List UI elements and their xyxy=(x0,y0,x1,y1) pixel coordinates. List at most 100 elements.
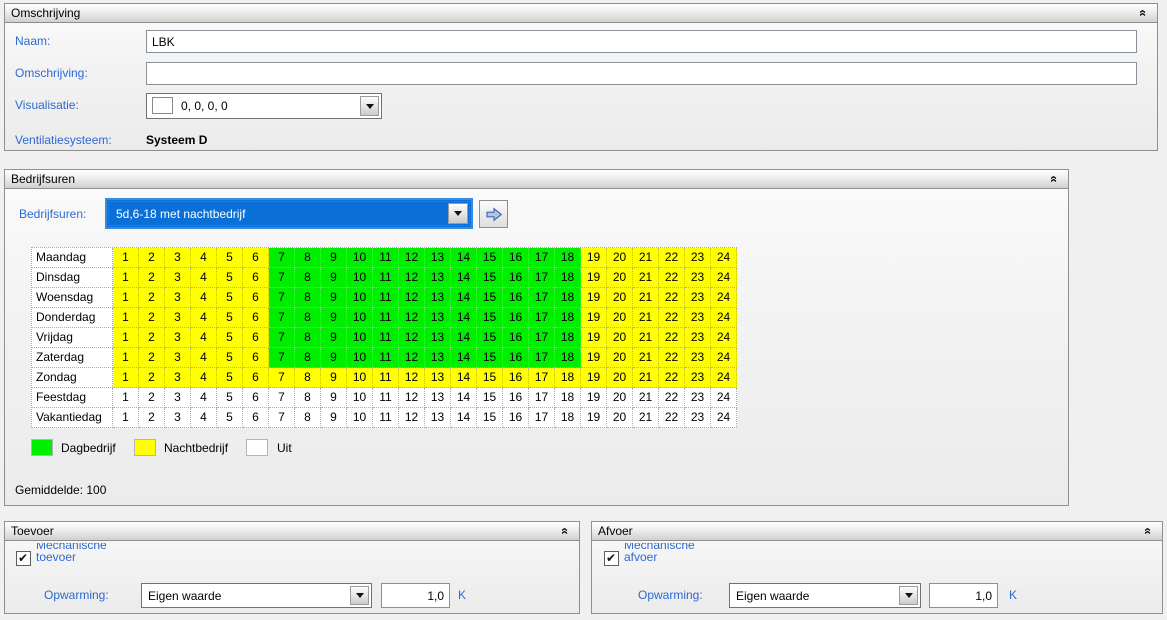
panel-header-omschrijving[interactable]: Omschrijving « xyxy=(5,4,1157,23)
schedule-cell[interactable]: 14 xyxy=(451,288,477,308)
schedule-cell[interactable]: 19 xyxy=(581,348,607,368)
schedule-cell[interactable]: 11 xyxy=(373,368,399,388)
schedule-cell[interactable]: 20 xyxy=(607,268,633,288)
schedule-cell[interactable]: 16 xyxy=(503,408,529,428)
schedule-cell[interactable]: 24 xyxy=(711,368,737,388)
schedule-cell[interactable]: 11 xyxy=(373,328,399,348)
schedule-cell[interactable]: 4 xyxy=(191,308,217,328)
schedule-cell[interactable]: 9 xyxy=(321,348,347,368)
schedule-cell[interactable]: 8 xyxy=(295,268,321,288)
schedule-cell[interactable]: 2 xyxy=(139,308,165,328)
schedule-cell[interactable]: 3 xyxy=(165,328,191,348)
dropdown-arrow-button[interactable] xyxy=(350,586,369,605)
schedule-cell[interactable]: 16 xyxy=(503,288,529,308)
schedule-cell[interactable]: 11 xyxy=(373,308,399,328)
schedule-cell[interactable]: 15 xyxy=(477,308,503,328)
panel-header-bedrijfsuren[interactable]: Bedrijfsuren « xyxy=(5,170,1068,189)
schedule-cell[interactable]: 15 xyxy=(477,368,503,388)
schedule-cell[interactable]: 16 xyxy=(503,328,529,348)
schedule-cell[interactable]: 23 xyxy=(685,388,711,408)
schedule-cell[interactable]: 23 xyxy=(685,328,711,348)
schedule-cell[interactable]: 22 xyxy=(659,368,685,388)
schedule-cell[interactable]: 3 xyxy=(165,388,191,408)
schedule-cell[interactable]: 5 xyxy=(217,268,243,288)
schedule-cell[interactable]: 17 xyxy=(529,328,555,348)
schedule-cell[interactable]: 8 xyxy=(295,288,321,308)
schedule-cell[interactable]: 2 xyxy=(139,348,165,368)
schedule-cell[interactable]: 24 xyxy=(711,248,737,268)
schedule-cell[interactable]: 6 xyxy=(243,388,269,408)
dropdown-arrow-button[interactable] xyxy=(899,586,918,605)
mechanische-toevoer-checkbox[interactable] xyxy=(16,551,31,566)
schedule-cell[interactable]: 15 xyxy=(477,288,503,308)
schedule-cell[interactable]: 11 xyxy=(373,288,399,308)
schedule-cell[interactable]: 20 xyxy=(607,348,633,368)
schedule-cell[interactable]: 11 xyxy=(373,248,399,268)
schedule-cell[interactable]: 12 xyxy=(399,388,425,408)
schedule-cell[interactable]: 4 xyxy=(191,368,217,388)
collapse-chevron-icon[interactable]: « xyxy=(1141,524,1155,538)
schedule-cell[interactable]: 13 xyxy=(425,368,451,388)
schedule-cell[interactable]: 6 xyxy=(243,268,269,288)
panel-header-toevoer[interactable]: Toevoer « xyxy=(5,522,579,541)
schedule-cell[interactable]: 14 xyxy=(451,388,477,408)
schedule-cell[interactable]: 24 xyxy=(711,268,737,288)
schedule-cell[interactable]: 24 xyxy=(711,288,737,308)
schedule-cell[interactable]: 19 xyxy=(581,368,607,388)
schedule-cell[interactable]: 1 xyxy=(113,308,139,328)
schedule-cell[interactable]: 10 xyxy=(347,268,373,288)
schedule-cell[interactable]: 3 xyxy=(165,248,191,268)
schedule-cell[interactable]: 15 xyxy=(477,248,503,268)
schedule-cell[interactable]: 6 xyxy=(243,328,269,348)
schedule-cell[interactable]: 7 xyxy=(269,348,295,368)
opwarming-combo[interactable]: Eigen waarde xyxy=(729,583,921,608)
schedule-cell[interactable]: 20 xyxy=(607,248,633,268)
mechanische-afvoer-label[interactable]: Mechanische afvoer xyxy=(624,543,719,567)
schedule-cell[interactable]: 2 xyxy=(139,288,165,308)
schedule-cell[interactable]: 3 xyxy=(165,288,191,308)
schedule-cell[interactable]: 8 xyxy=(295,368,321,388)
schedule-cell[interactable]: 5 xyxy=(217,328,243,348)
schedule-cell[interactable]: 1 xyxy=(113,288,139,308)
schedule-cell[interactable]: 8 xyxy=(295,408,321,428)
schedule-cell[interactable]: 8 xyxy=(295,348,321,368)
schedule-cell[interactable]: 6 xyxy=(243,368,269,388)
schedule-cell[interactable]: 2 xyxy=(139,328,165,348)
schedule-cell[interactable]: 23 xyxy=(685,288,711,308)
schedule-cell[interactable]: 10 xyxy=(347,288,373,308)
schedule-cell[interactable]: 20 xyxy=(607,368,633,388)
schedule-cell[interactable]: 2 xyxy=(139,408,165,428)
schedule-cell[interactable]: 1 xyxy=(113,248,139,268)
schedule-cell[interactable]: 16 xyxy=(503,248,529,268)
schedule-cell[interactable]: 4 xyxy=(191,268,217,288)
schedule-cell[interactable]: 21 xyxy=(633,388,659,408)
schedule-cell[interactable]: 17 xyxy=(529,268,555,288)
schedule-cell[interactable]: 1 xyxy=(113,368,139,388)
schedule-cell[interactable]: 14 xyxy=(451,368,477,388)
schedule-cell[interactable]: 5 xyxy=(217,348,243,368)
collapse-chevron-icon[interactable]: « xyxy=(1136,6,1150,20)
schedule-cell[interactable]: 10 xyxy=(347,308,373,328)
schedule-cell[interactable]: 24 xyxy=(711,388,737,408)
schedule-cell[interactable]: 21 xyxy=(633,248,659,268)
schedule-cell[interactable]: 11 xyxy=(373,408,399,428)
schedule-cell[interactable]: 10 xyxy=(347,348,373,368)
schedule-cell[interactable]: 22 xyxy=(659,308,685,328)
schedule-cell[interactable]: 1 xyxy=(113,348,139,368)
schedule-cell[interactable]: 9 xyxy=(321,328,347,348)
opwarming-combo[interactable]: Eigen waarde xyxy=(141,583,372,608)
schedule-cell[interactable]: 16 xyxy=(503,268,529,288)
schedule-cell[interactable]: 22 xyxy=(659,248,685,268)
schedule-cell[interactable]: 17 xyxy=(529,308,555,328)
schedule-cell[interactable]: 18 xyxy=(555,288,581,308)
schedule-cell[interactable]: 14 xyxy=(451,348,477,368)
schedule-cell[interactable]: 22 xyxy=(659,328,685,348)
schedule-cell[interactable]: 7 xyxy=(269,328,295,348)
schedule-cell[interactable]: 4 xyxy=(191,348,217,368)
schedule-cell[interactable]: 14 xyxy=(451,248,477,268)
schedule-cell[interactable]: 20 xyxy=(607,288,633,308)
schedule-cell[interactable]: 10 xyxy=(347,328,373,348)
schedule-cell[interactable]: 3 xyxy=(165,348,191,368)
schedule-cell[interactable]: 6 xyxy=(243,348,269,368)
schedule-cell[interactable]: 18 xyxy=(555,328,581,348)
